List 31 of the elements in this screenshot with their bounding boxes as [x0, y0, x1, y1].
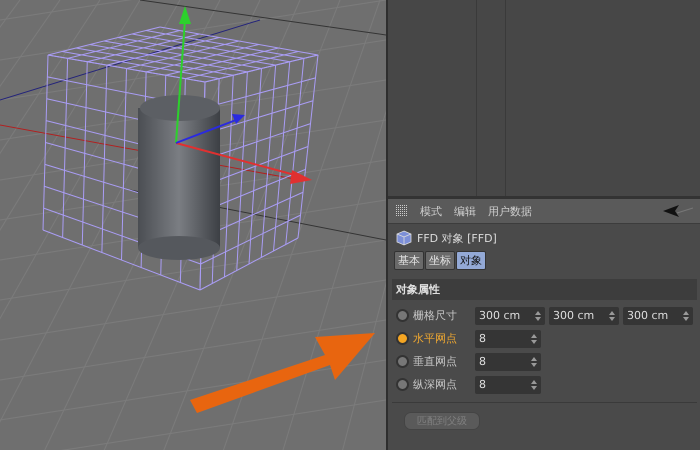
radio-button[interactable] — [396, 355, 409, 368]
param-label: 栅格尺寸 — [413, 308, 458, 323]
back-arrow-icon[interactable] — [663, 205, 693, 217]
number-field[interactable]: 8 — [475, 330, 541, 348]
radio-button[interactable] — [396, 309, 409, 322]
spinner-icon[interactable] — [535, 310, 541, 320]
spinner-icon[interactable] — [531, 356, 537, 366]
number-field[interactable]: 300 cm — [549, 306, 619, 324]
number-field[interactable]: 300 cm — [623, 306, 693, 324]
number-field[interactable]: 300 cm — [475, 306, 545, 324]
spinner-icon[interactable] — [531, 334, 537, 344]
object-title: FFD 对象 [FFD] — [417, 230, 497, 246]
tab[interactable]: 基本 — [394, 251, 424, 270]
spinner-icon[interactable] — [609, 310, 615, 320]
cube-icon — [396, 230, 412, 246]
number-field[interactable]: 8 — [475, 352, 541, 370]
menu-item[interactable]: 模式 — [420, 204, 442, 218]
tab[interactable]: 坐标 — [425, 251, 455, 270]
section-header: 对象属性 — [392, 279, 697, 300]
menu-item[interactable]: 用户数据 — [488, 204, 532, 218]
number-field[interactable]: 8 — [475, 376, 541, 394]
menu-item[interactable]: 编辑 — [454, 204, 476, 218]
grid-icon — [396, 205, 408, 217]
radio-button[interactable] — [396, 332, 409, 345]
spinner-icon[interactable] — [531, 380, 537, 390]
radio-button[interactable] — [396, 378, 409, 391]
param-label: 纵深网点 — [413, 377, 458, 392]
spinner-icon[interactable] — [683, 310, 689, 320]
tab[interactable]: 对象 — [456, 251, 486, 270]
param-label: 水平网点 — [413, 331, 458, 346]
param-label: 垂直网点 — [413, 354, 458, 369]
